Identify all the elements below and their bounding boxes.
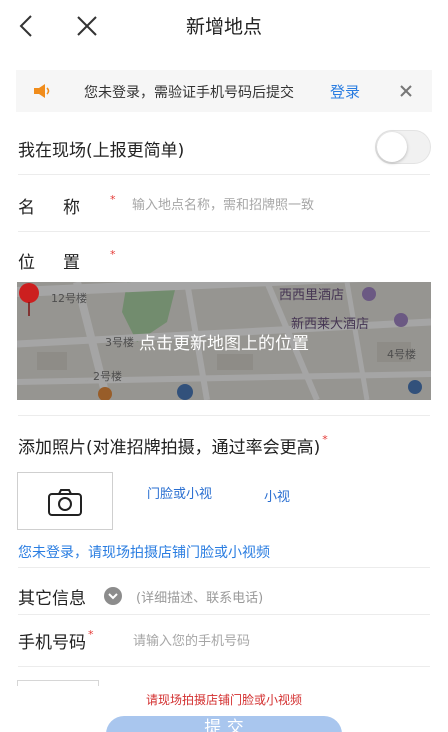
photo-label: 添加照片(对准招牌拍摄，通过率会更高) * <box>18 433 328 458</box>
divider <box>18 666 430 667</box>
location-pin-icon <box>19 283 39 316</box>
position-label-text: 位置 <box>18 253 108 273</box>
divider <box>18 415 430 416</box>
login-prompt-link[interactable]: 您未登录，请现场拍摄店铺门脸或小视频 <box>18 542 270 562</box>
submit-button[interactable]: 提 交 <box>106 716 342 732</box>
divider <box>18 614 430 615</box>
toggle-knob <box>377 132 407 162</box>
divider <box>18 567 430 568</box>
map-caption: 点击更新地图上的位置 <box>139 334 309 354</box>
camera-icon <box>48 489 82 516</box>
onsite-toggle[interactable] <box>375 130 431 164</box>
phone-label: 手机号码 * <box>18 628 94 653</box>
other-info-label: 其它信息 <box>18 589 86 609</box>
name-label: 名称 * <box>18 193 144 218</box>
footer-warning: 请现场拍摄店铺门脸或小视频 <box>145 693 302 707</box>
phone-label-text: 手机号码 <box>18 633 86 653</box>
login-link[interactable]: 登录 <box>330 81 360 102</box>
required-mark: * <box>322 433 328 446</box>
position-label: 位置 * <box>18 248 144 273</box>
sample-video-label[interactable]: 小视 <box>264 486 290 505</box>
required-mark: * <box>110 248 144 261</box>
divider <box>18 231 430 232</box>
name-input[interactable]: 输入地点名称，需和招牌照一致 <box>132 194 314 213</box>
close-notice-icon[interactable] <box>398 83 414 99</box>
phone-input[interactable]: 请输入您的手机号码 <box>133 630 250 649</box>
speaker-icon <box>34 84 50 98</box>
divider <box>18 174 430 175</box>
onsite-label: 我在现场(上报更简单) <box>18 141 185 161</box>
sample-video-label[interactable]: 门脸或小视 <box>147 483 212 502</box>
location-map[interactable]: 西西里酒店 新西莱大酒店 12号楼 3号楼 2号楼 4号楼 点击更新地图上的位置 <box>17 282 431 400</box>
notice-text: 您未登录，需验证手机号码后提交 <box>84 85 294 101</box>
footer: 请现场拍摄店铺门脸或小视频 提 交 <box>0 686 448 732</box>
name-label-text: 名称 <box>18 198 108 218</box>
page-title: 新增地点 <box>185 16 262 38</box>
photo-label-text: 添加照片(对准招牌拍摄，通过率会更高) <box>18 438 321 458</box>
other-info-hint: (详细描述、联系电话) <box>136 591 264 606</box>
login-notice-bar: 您未登录，需验证手机号码后提交 登录 <box>16 70 432 112</box>
nav-header: 新增地点 <box>0 0 448 54</box>
expand-icon[interactable] <box>104 587 122 605</box>
required-mark: * <box>88 628 94 641</box>
add-photo-button[interactable] <box>17 472 113 530</box>
